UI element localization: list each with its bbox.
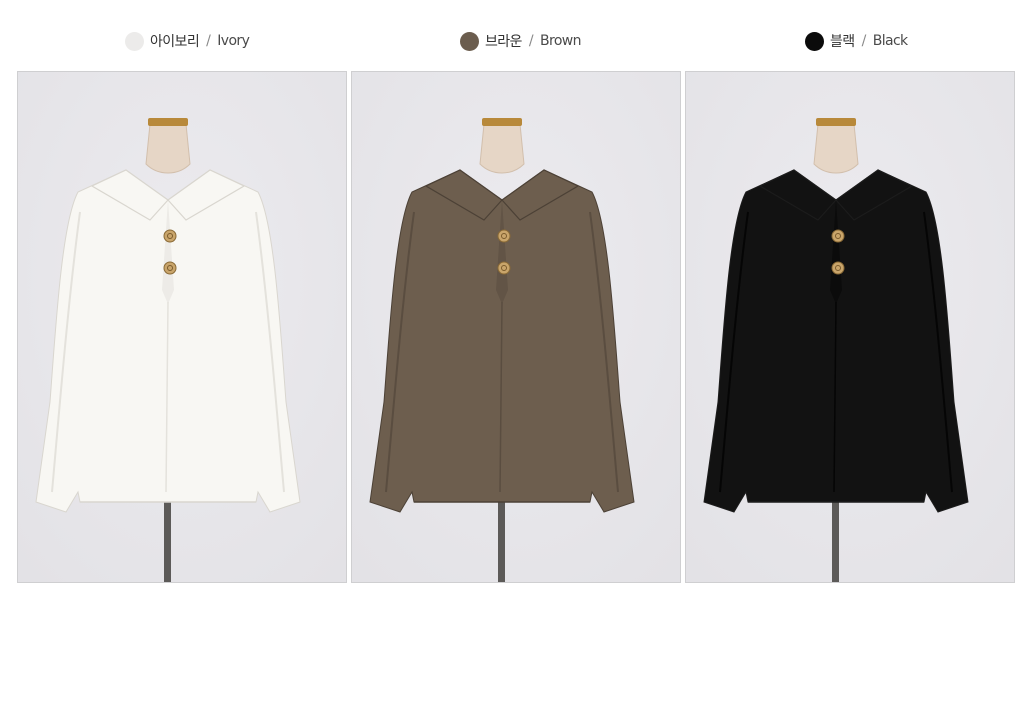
color-option-ivory[interactable]: 아이보리 / Ivory: [125, 28, 250, 54]
photo-canvas: [18, 72, 346, 582]
color-name-en: Brown: [539, 33, 582, 49]
black-swatch-icon: [805, 31, 824, 51]
button-icon: [163, 229, 177, 243]
photo-canvas: [686, 72, 1014, 582]
color-name-en: Ivory: [217, 33, 250, 49]
ivory-swatch-icon: [125, 31, 144, 51]
mannequin-cap: [816, 118, 856, 126]
button-icon: [163, 261, 177, 275]
color-option-brown[interactable]: 브라운 / Brown: [460, 28, 582, 54]
color-separator: /: [861, 33, 867, 49]
color-separator: /: [206, 33, 211, 49]
mannequin-neck: [813, 123, 859, 174]
photo-canvas: [352, 72, 680, 582]
product-photo-ivory[interactable]: [17, 71, 347, 583]
color-name-ko: 아이보리: [150, 34, 200, 50]
brown-swatch-icon: [460, 31, 479, 51]
product-photo-brown[interactable]: [351, 71, 681, 583]
mannequin-neck: [145, 123, 191, 174]
button-icon: [831, 261, 845, 275]
button-icon: [497, 261, 511, 275]
color-separator: /: [528, 33, 534, 49]
mannequin-neck: [479, 123, 525, 174]
product-photo-black[interactable]: [685, 71, 1015, 583]
color-name-ko: 브라운: [485, 34, 522, 50]
color-option-black[interactable]: 블랙 / Black: [805, 28, 908, 54]
button-icon: [831, 229, 845, 243]
mannequin-cap: [482, 118, 522, 126]
color-name-en: Black: [872, 33, 908, 49]
button-icon: [497, 229, 511, 243]
color-label-row: 아이보리 / Ivory 브라운 / Brown 블랙 / Black: [0, 28, 1032, 54]
mannequin-cap: [148, 118, 188, 126]
color-name-ko: 블랙: [830, 34, 855, 50]
